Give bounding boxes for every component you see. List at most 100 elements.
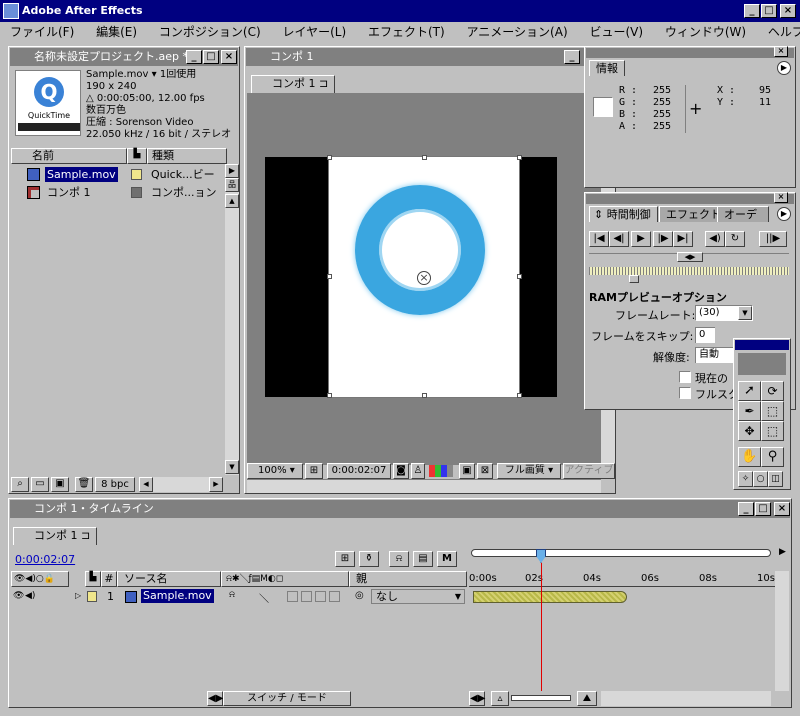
footage-layer[interactable]: × xyxy=(328,156,520,398)
menu-layer[interactable]: レイヤー(L) xyxy=(282,25,346,39)
column-header-label-icon[interactable]: ▙ xyxy=(127,148,147,164)
expand-panes-icon[interactable]: ◀▶ xyxy=(469,691,485,706)
scroll-down-arrow-icon[interactable]: ▼ xyxy=(225,460,239,474)
shuttle-handle[interactable] xyxy=(629,275,639,283)
view-dropdown[interactable]: アクティブ xyxy=(563,463,615,479)
label-color-swatch[interactable] xyxy=(87,591,97,602)
find-icon[interactable]: ⌕ xyxy=(11,477,29,492)
current-time-checkbox[interactable] xyxy=(679,371,691,383)
expand-arrow-icon[interactable]: ▷ xyxy=(75,591,81,600)
layer-handle[interactable] xyxy=(327,393,332,398)
tab-audio[interactable]: オーディオ xyxy=(717,206,769,222)
rectangle-mask-icon[interactable]: ⬚ xyxy=(761,401,784,421)
project-close-button[interactable]: × xyxy=(221,50,237,64)
project-minimize-button[interactable]: _ xyxy=(186,50,202,64)
oval-mask-icon[interactable]: ⬚ xyxy=(761,421,784,441)
tab-comp[interactable]: コンポ 1 ⊐ xyxy=(251,75,336,93)
shuttle-track[interactable] xyxy=(589,267,789,275)
parent-header[interactable]: 親 xyxy=(349,571,467,587)
layer-duration-bar[interactable] xyxy=(473,591,627,603)
menu-view[interactable]: ビュー(V) xyxy=(589,25,643,39)
track-z-icon[interactable]: ◫ xyxy=(768,471,783,487)
scroll-right-arrow-icon[interactable]: ▶ xyxy=(209,477,223,492)
frame-blend-icon[interactable]: ▤ xyxy=(413,551,433,567)
menu-composition[interactable]: コンポジション(C) xyxy=(159,25,261,39)
channel-icon[interactable] xyxy=(429,465,453,477)
jog-handle[interactable]: ◀▶ xyxy=(677,252,703,262)
orbit-camera-icon[interactable]: ✧ xyxy=(738,471,753,487)
transparency-grid-icon[interactable]: ⊠ xyxy=(477,463,493,479)
timeline-minimize-button[interactable]: _ xyxy=(738,502,754,516)
audio-toggle-icon[interactable]: ◀) xyxy=(705,231,725,247)
shy-switch-icon[interactable]: ⍾ xyxy=(229,590,235,600)
parent-select[interactable]: なし ▼ xyxy=(371,589,465,604)
comp-minimize-button[interactable]: _ xyxy=(564,50,580,64)
fullscreen-checkbox[interactable] xyxy=(679,387,691,399)
switches-modes-toggle[interactable]: スイッチ / モード xyxy=(223,691,351,706)
comp-viewer[interactable]: × xyxy=(247,93,601,465)
scroll-right-arrow-icon[interactable]: ▶ xyxy=(779,547,786,557)
zoom-tool-icon[interactable]: ⚲ xyxy=(761,447,784,467)
skip-input[interactable]: 0 xyxy=(695,327,715,343)
motion-blur-icon[interactable]: M xyxy=(437,551,457,567)
ram-preview-icon[interactable]: ||▶ xyxy=(759,231,787,247)
layer-handle[interactable] xyxy=(422,155,427,160)
prev-frame-icon[interactable]: ◀| xyxy=(609,231,629,247)
effect-switch[interactable] xyxy=(287,591,298,602)
new-folder-icon[interactable]: ▭ xyxy=(31,477,49,492)
timeline-close-button[interactable]: × xyxy=(774,502,790,516)
pick-whip-icon[interactable]: ◎ xyxy=(355,590,364,601)
info-close-button[interactable]: × xyxy=(774,46,788,57)
timeline-v-scrollbar[interactable] xyxy=(775,571,789,691)
layer-name[interactable]: Sample.mov xyxy=(141,589,214,603)
speaker-icon[interactable]: ◀) xyxy=(25,591,35,601)
layer-handle[interactable] xyxy=(517,155,522,160)
frame-blend-switch[interactable] xyxy=(301,591,312,602)
comp-flowchart-icon[interactable]: ⊞ xyxy=(335,551,355,567)
work-area-bar[interactable] xyxy=(471,549,771,557)
3d-switch[interactable] xyxy=(329,591,340,602)
playhead-marker-icon[interactable] xyxy=(536,549,546,563)
loop-icon[interactable]: ↻ xyxy=(725,231,745,247)
menu-effect[interactable]: エフェクト(T) xyxy=(368,25,445,39)
maximize-button[interactable]: □ xyxy=(761,4,777,18)
time-close-button[interactable]: × xyxy=(774,192,788,203)
column-header-type[interactable]: 種類 xyxy=(147,148,227,164)
column-header-name[interactable]: 名前 xyxy=(11,148,127,164)
pan-behind-icon[interactable]: ✥ xyxy=(738,421,761,441)
pen-tool-icon[interactable]: ✒ xyxy=(738,401,761,421)
project-maximize-button[interactable]: □ xyxy=(203,50,219,64)
scroll-up-arrow-icon[interactable]: ▲ xyxy=(225,194,239,208)
new-comp-icon[interactable]: ▣ xyxy=(51,477,69,492)
zoom-out-mountain-icon[interactable]: ▵ xyxy=(491,691,509,706)
next-frame-icon[interactable]: |▶ xyxy=(653,231,673,247)
zoom-in-mountain-icon[interactable]: ⛰ xyxy=(577,691,597,706)
show-snapshot-icon[interactable]: ♙ xyxy=(411,463,425,479)
trash-icon[interactable]: 🗑 xyxy=(75,477,93,492)
project-scrollbar[interactable]: ▶ 品 ▲ ▼ xyxy=(225,164,239,475)
minimize-button[interactable]: _ xyxy=(744,4,760,18)
quality-dropdown[interactable]: フル画質 ▾ xyxy=(497,463,561,479)
zoom-dropdown[interactable]: 100% ▾ xyxy=(247,463,303,479)
menu-animation[interactable]: アニメーション(A) xyxy=(467,25,568,39)
comp-timecode[interactable]: 0:00:02:07 xyxy=(327,463,391,479)
snapshot-icon[interactable]: ◙ xyxy=(393,463,409,479)
layer-row[interactable]: 👁 ◀) ▷ 1 Sample.mov ⍾ ＼ ◎ なし ▼ xyxy=(11,589,467,605)
motion-blur-switch[interactable] xyxy=(315,591,326,602)
tab-timeline-comp[interactable]: コンポ 1 ⊐ xyxy=(13,527,98,545)
safe-margins-icon[interactable]: ⊞ xyxy=(305,463,323,479)
play-icon[interactable]: ▶ xyxy=(631,231,651,247)
project-item-sample[interactable]: Sample.mov Quick...ビー xyxy=(11,166,225,184)
chevron-down-icon[interactable]: ▼ xyxy=(738,306,752,320)
project-item-comp[interactable]: コンポ 1 コンポ...ョン xyxy=(11,184,225,202)
hide-shy-icon[interactable]: ⍾ xyxy=(389,551,409,567)
rotation-tool-icon[interactable]: ⟳ xyxy=(761,381,784,401)
timeline-maximize-button[interactable]: □ xyxy=(755,502,771,516)
selection-tool-icon[interactable]: ➚ xyxy=(738,381,761,401)
draft-3d-icon[interactable]: ⚱ xyxy=(359,551,379,567)
tab-info[interactable]: 情報 xyxy=(589,60,625,76)
bpc-button[interactable]: 8 bpc xyxy=(95,477,135,492)
menu-edit[interactable]: 編集(E) xyxy=(96,25,137,39)
eye-icon[interactable]: 👁 xyxy=(13,591,24,601)
expand-panes-icon[interactable]: ◀▶ xyxy=(207,691,223,706)
